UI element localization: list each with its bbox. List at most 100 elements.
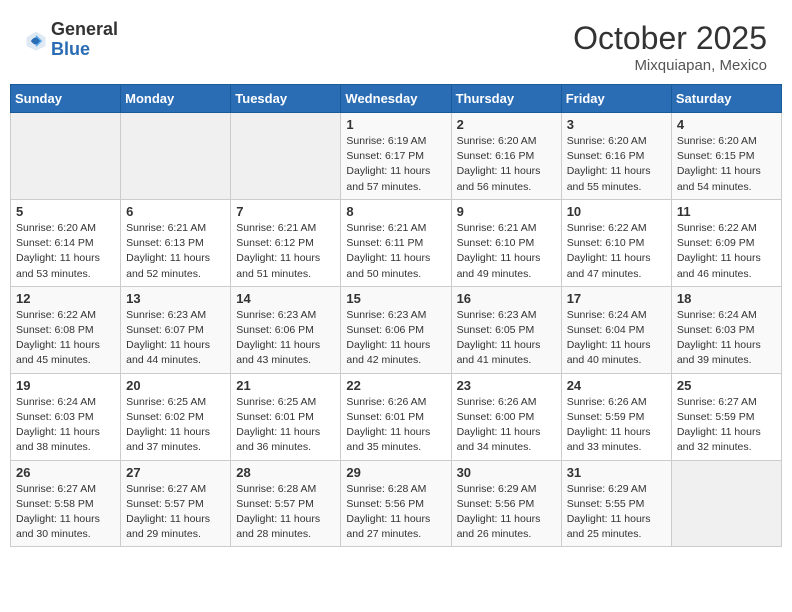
day-number: 17 [567, 291, 666, 306]
weekday-header: Thursday [451, 85, 561, 113]
calendar-week-row: 19 Sunrise: 6:24 AM Sunset: 6:03 PM Dayli… [11, 373, 782, 460]
day-info: Sunrise: 6:24 AM Sunset: 6:04 PM Dayligh… [567, 308, 666, 369]
day-info: Sunrise: 6:19 AM Sunset: 6:17 PM Dayligh… [346, 134, 445, 195]
day-number: 4 [677, 117, 776, 132]
calendar-cell: 18 Sunrise: 6:24 AM Sunset: 6:03 PM Dayli… [671, 286, 781, 373]
day-number: 20 [126, 378, 225, 393]
weekday-header: Saturday [671, 85, 781, 113]
day-info: Sunrise: 6:26 AM Sunset: 5:59 PM Dayligh… [567, 395, 666, 456]
day-info: Sunrise: 6:26 AM Sunset: 6:01 PM Dayligh… [346, 395, 445, 456]
calendar-cell: 6 Sunrise: 6:21 AM Sunset: 6:13 PM Daylig… [121, 199, 231, 286]
day-info: Sunrise: 6:21 AM Sunset: 6:10 PM Dayligh… [457, 221, 556, 282]
calendar-body: 1 Sunrise: 6:19 AM Sunset: 6:17 PM Daylig… [11, 113, 782, 547]
weekday-header: Sunday [11, 85, 121, 113]
month-title: October 2025 [573, 20, 767, 57]
day-info: Sunrise: 6:27 AM Sunset: 5:57 PM Dayligh… [126, 482, 225, 543]
day-number: 11 [677, 204, 776, 219]
calendar-cell: 13Sunrise: 6:23 AM Sunset: 6:07 PM Dayli… [121, 286, 231, 373]
day-info: Sunrise: 6:28 AM Sunset: 5:56 PM Dayligh… [346, 482, 445, 543]
day-info: Sunrise: 6:29 AM Sunset: 5:56 PM Dayligh… [457, 482, 556, 543]
weekday-header: Monday [121, 85, 231, 113]
calendar-cell: 20 Sunrise: 6:25 AM Sunset: 6:02 PM Dayli… [121, 373, 231, 460]
day-number: 19 [16, 378, 115, 393]
day-info: Sunrise: 6:26 AM Sunset: 6:00 PM Dayligh… [457, 395, 556, 456]
day-number: 23 [457, 378, 556, 393]
day-number: 31 [567, 465, 666, 480]
day-info: Sunrise: 6:20 AM Sunset: 6:16 PM Dayligh… [567, 134, 666, 195]
day-number: 15 [346, 291, 445, 306]
day-info: Sunrise: 6:24 AM Sunset: 6:03 PM Dayligh… [677, 308, 776, 369]
day-number: 18 [677, 291, 776, 306]
day-number: 25 [677, 378, 776, 393]
day-info: Sunrise: 6:24 AM Sunset: 6:03 PM Dayligh… [16, 395, 115, 456]
calendar-cell: 12 Sunrise: 6:22 AM Sunset: 6:08 PM Dayli… [11, 286, 121, 373]
day-info: Sunrise: 6:22 AM Sunset: 6:10 PM Dayligh… [567, 221, 666, 282]
day-number: 9 [457, 204, 556, 219]
weekday-header: Wednesday [341, 85, 451, 113]
calendar-cell [231, 113, 341, 200]
day-number: 5 [16, 204, 115, 219]
calendar-cell: 14Sunrise: 6:23 AM Sunset: 6:06 PM Dayli… [231, 286, 341, 373]
calendar-cell: 24 Sunrise: 6:26 AM Sunset: 5:59 PM Dayli… [561, 373, 671, 460]
location: Mixquiapan, Mexico [573, 57, 767, 74]
calendar-cell [671, 460, 781, 547]
day-info: Sunrise: 6:29 AM Sunset: 5:55 PM Dayligh… [567, 482, 666, 543]
day-number: 6 [126, 204, 225, 219]
calendar-week-row: 12 Sunrise: 6:22 AM Sunset: 6:08 PM Dayli… [11, 286, 782, 373]
day-info: Sunrise: 6:23 AM Sunset: 6:06 PM Dayligh… [236, 308, 335, 369]
calendar-cell: 3 Sunrise: 6:20 AM Sunset: 6:16 PM Daylig… [561, 113, 671, 200]
calendar-week-row: 5 Sunrise: 6:20 AM Sunset: 6:14 PM Daylig… [11, 199, 782, 286]
calendar-cell: 27 Sunrise: 6:27 AM Sunset: 5:57 PM Dayli… [121, 460, 231, 547]
calendar-week-row: 26Sunrise: 6:27 AM Sunset: 5:58 PM Dayli… [11, 460, 782, 547]
day-number: 3 [567, 117, 666, 132]
logo-general: General [51, 20, 118, 40]
day-info: Sunrise: 6:25 AM Sunset: 6:01 PM Dayligh… [236, 395, 335, 456]
calendar-cell: 4 Sunrise: 6:20 AM Sunset: 6:15 PM Daylig… [671, 113, 781, 200]
logo: General Blue [25, 20, 118, 60]
day-number: 24 [567, 378, 666, 393]
page-header: General Blue October 2025 Mixquiapan, Me… [10, 10, 782, 79]
calendar-cell: 9 Sunrise: 6:21 AM Sunset: 6:10 PM Daylig… [451, 199, 561, 286]
day-number: 27 [126, 465, 225, 480]
calendar-cell: 25 Sunrise: 6:27 AM Sunset: 5:59 PM Dayli… [671, 373, 781, 460]
day-number: 12 [16, 291, 115, 306]
calendar-cell: 22Sunrise: 6:26 AM Sunset: 6:01 PM Dayli… [341, 373, 451, 460]
weekday-header: Tuesday [231, 85, 341, 113]
day-info: Sunrise: 6:25 AM Sunset: 6:02 PM Dayligh… [126, 395, 225, 456]
calendar-cell: 8 Sunrise: 6:21 AM Sunset: 6:11 PM Daylig… [341, 199, 451, 286]
calendar-header: SundayMondayTuesdayWednesdayThursdayFrid… [11, 85, 782, 113]
calendar-week-row: 1 Sunrise: 6:19 AM Sunset: 6:17 PM Daylig… [11, 113, 782, 200]
day-number: 13 [126, 291, 225, 306]
day-info: Sunrise: 6:27 AM Sunset: 5:59 PM Dayligh… [677, 395, 776, 456]
day-info: Sunrise: 6:27 AM Sunset: 5:58 PM Dayligh… [16, 482, 115, 543]
calendar-cell: 1 Sunrise: 6:19 AM Sunset: 6:17 PM Daylig… [341, 113, 451, 200]
weekday-row: SundayMondayTuesdayWednesdayThursdayFrid… [11, 85, 782, 113]
day-number: 7 [236, 204, 335, 219]
calendar-cell: 5 Sunrise: 6:20 AM Sunset: 6:14 PM Daylig… [11, 199, 121, 286]
day-number: 28 [236, 465, 335, 480]
day-number: 8 [346, 204, 445, 219]
weekday-header: Friday [561, 85, 671, 113]
day-info: Sunrise: 6:20 AM Sunset: 6:14 PM Dayligh… [16, 221, 115, 282]
day-number: 16 [457, 291, 556, 306]
calendar-table: SundayMondayTuesdayWednesdayThursdayFrid… [10, 84, 782, 547]
logo-icon [25, 30, 47, 52]
day-info: Sunrise: 6:23 AM Sunset: 6:06 PM Dayligh… [346, 308, 445, 369]
day-info: Sunrise: 6:21 AM Sunset: 6:13 PM Dayligh… [126, 221, 225, 282]
calendar-cell: 29 Sunrise: 6:28 AM Sunset: 5:56 PM Dayli… [341, 460, 451, 547]
day-info: Sunrise: 6:22 AM Sunset: 6:08 PM Dayligh… [16, 308, 115, 369]
calendar-cell: 19 Sunrise: 6:24 AM Sunset: 6:03 PM Dayli… [11, 373, 121, 460]
title-area: October 2025 Mixquiapan, Mexico [573, 20, 767, 74]
day-number: 29 [346, 465, 445, 480]
calendar-cell: 31 Sunrise: 6:29 AM Sunset: 5:55 PM Dayli… [561, 460, 671, 547]
calendar-cell: 11Sunrise: 6:22 AM Sunset: 6:09 PM Dayli… [671, 199, 781, 286]
day-info: Sunrise: 6:21 AM Sunset: 6:12 PM Dayligh… [236, 221, 335, 282]
calendar-cell: 26Sunrise: 6:27 AM Sunset: 5:58 PM Dayli… [11, 460, 121, 547]
day-info: Sunrise: 6:20 AM Sunset: 6:16 PM Dayligh… [457, 134, 556, 195]
day-number: 1 [346, 117, 445, 132]
day-number: 30 [457, 465, 556, 480]
calendar-cell [121, 113, 231, 200]
day-info: Sunrise: 6:21 AM Sunset: 6:11 PM Dayligh… [346, 221, 445, 282]
day-info: Sunrise: 6:20 AM Sunset: 6:15 PM Dayligh… [677, 134, 776, 195]
calendar-cell: 23 Sunrise: 6:26 AM Sunset: 6:00 PM Dayli… [451, 373, 561, 460]
